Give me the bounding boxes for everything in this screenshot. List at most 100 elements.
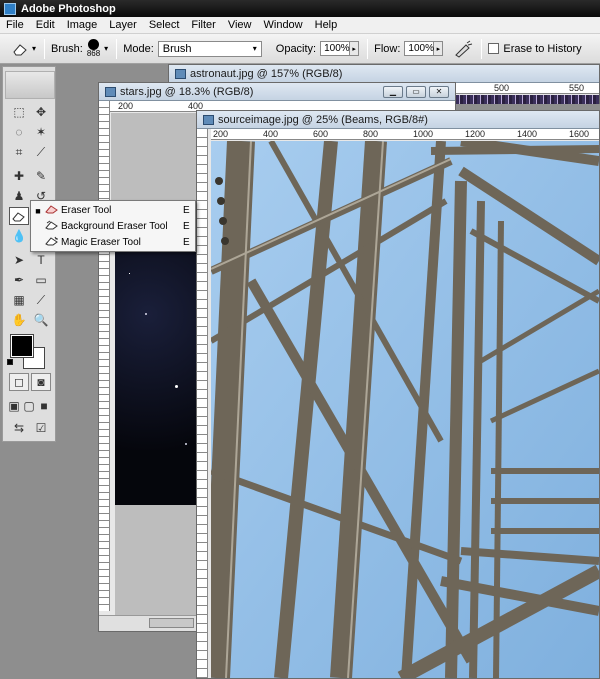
menu-layer[interactable]: Layer	[103, 19, 143, 31]
ruler-label: 1200	[465, 129, 486, 139]
opacity-label: Opacity:	[275, 42, 317, 55]
eraser-icon	[45, 204, 61, 217]
flyout-item-label: Background Eraser Tool	[61, 221, 168, 232]
marquee-tool-icon[interactable]: ⬚	[9, 103, 29, 121]
vertical-ruler	[197, 129, 208, 678]
standard-screen-mode-icon[interactable]: ▣	[7, 397, 21, 415]
ruler-label: 1000	[413, 129, 434, 139]
brush-size: 868	[86, 49, 101, 58]
photoshop-icon	[4, 2, 16, 15]
airbrush-toggle[interactable]	[453, 40, 473, 58]
mode-value: Brush	[162, 42, 192, 55]
opacity-input[interactable]: 100%	[320, 41, 351, 56]
close-button[interactable]: ✕	[429, 85, 449, 98]
photoshop-feather-logo[interactable]	[5, 71, 55, 99]
eraser-tool-icon[interactable]	[9, 207, 29, 225]
mode-select[interactable]: Brush ▾	[157, 40, 262, 57]
blur-tool-icon[interactable]: 💧	[9, 227, 29, 245]
brush-tool-icon[interactable]: ✎	[31, 167, 51, 185]
star	[175, 385, 178, 388]
app-title: Adobe Photoshop	[21, 2, 116, 15]
document-icon	[203, 114, 214, 125]
default-colors-icon[interactable]	[7, 359, 13, 365]
background-eraser-icon	[45, 220, 61, 233]
chevron-down-icon: ▾	[104, 44, 109, 53]
tools-panel: ⬚ ✥ ◌ ✶ ⌗ ⟋ ✚ ✎ ♟ ↺ ▤ 💧 ● ➤ T ✒ ▭ ▦ ⟋ ✋ …	[2, 66, 56, 442]
move-tool-icon[interactable]: ✥	[31, 103, 51, 121]
minimize-button[interactable]: ▁	[383, 85, 403, 98]
ruler-label: 200	[118, 101, 134, 111]
flow-slider-toggle[interactable]: ▸	[434, 41, 444, 56]
erase-history-label: Erase to History	[503, 42, 582, 55]
menu-image[interactable]: Image	[61, 19, 104, 31]
window-titlebar[interactable]: astronaut.jpg @ 157% (RGB/8)	[169, 65, 599, 83]
ruler-label: 600	[313, 129, 329, 139]
path-selection-tool-icon[interactable]: ➤	[9, 251, 29, 269]
flyout-item-eraser[interactable]: ■ Eraser Tool E	[31, 203, 195, 218]
crop-tool-icon[interactable]: ⌗	[9, 143, 29, 161]
ruler-label: 500	[494, 83, 510, 93]
shortcut-key: E	[183, 237, 190, 248]
brush-picker[interactable]: Brush: 868 ▾	[51, 39, 108, 58]
menu-select[interactable]: Select	[143, 19, 186, 31]
quick-mask-mode-icon[interactable]: ◙	[31, 373, 51, 391]
full-screen-mode-icon[interactable]: ■	[37, 397, 51, 415]
ruler-label: 550	[569, 83, 585, 93]
erase-history-checkbox[interactable]	[488, 43, 500, 54]
ruler-label: 400	[263, 129, 279, 139]
maximize-button[interactable]: ▭	[406, 85, 426, 98]
window-title: astronaut.jpg @ 157% (RGB/8)	[190, 67, 343, 80]
flyout-item-background-eraser[interactable]: Background Eraser Tool E	[31, 219, 195, 234]
opacity-control: Opacity: 100% ▸	[275, 41, 360, 56]
divider	[367, 38, 369, 59]
flyout-item-label: Eraser Tool	[61, 205, 112, 216]
full-screen-menu-mode-icon[interactable]: ▢	[22, 397, 36, 415]
opacity-slider-toggle[interactable]: ▸	[350, 41, 360, 56]
hand-tool-icon[interactable]: ✋	[9, 311, 29, 329]
erase-history-option[interactable]: Erase to History	[488, 42, 582, 55]
menu-help[interactable]: Help	[309, 19, 344, 31]
stars-image	[115, 233, 199, 505]
eraser-tools-flyout: ■ Eraser Tool E Background Eraser Tool E…	[30, 200, 196, 252]
slice-tool-icon[interactable]: ⟋	[31, 143, 51, 161]
menu-file[interactable]: File	[0, 19, 30, 31]
scrollbar-thumb[interactable]	[149, 618, 194, 628]
lasso-tool-icon[interactable]: ◌	[9, 123, 29, 141]
foreground-color-swatch[interactable]	[10, 334, 34, 358]
divider	[44, 38, 46, 59]
tool-preset-picker[interactable]: ▾	[10, 41, 36, 57]
flow-input[interactable]: 100%	[404, 41, 435, 56]
menu-edit[interactable]: Edit	[30, 19, 61, 31]
ruler-label: 1600	[569, 129, 590, 139]
standard-mode-icon[interactable]: ◻	[9, 373, 29, 391]
mode-label: Mode:	[123, 42, 154, 55]
type-tool-icon[interactable]: T	[31, 251, 51, 269]
jump-to-imageready-icon[interactable]: ⇆	[9, 419, 29, 437]
menu-window[interactable]: Window	[258, 19, 309, 31]
magic-wand-tool-icon[interactable]: ✶	[31, 123, 51, 141]
menu-filter[interactable]: Filter	[185, 19, 221, 31]
window-title: sourceimage.jpg @ 25% (Beams, RGB/8#)	[218, 113, 428, 126]
shape-tool-icon[interactable]: ▭	[31, 271, 51, 289]
app-titlebar: Adobe Photoshop	[0, 0, 600, 17]
window-title: stars.jpg @ 18.3% (RGB/8)	[120, 85, 254, 98]
flyout-item-magic-eraser[interactable]: Magic Eraser Tool E	[31, 235, 195, 250]
zoom-tool-icon[interactable]: 🔍	[31, 311, 51, 329]
document-window-sourceimage[interactable]: sourceimage.jpg @ 25% (Beams, RGB/8#) 20…	[196, 110, 600, 679]
healing-brush-tool-icon[interactable]: ✚	[9, 167, 29, 185]
menu-view[interactable]: View	[222, 19, 258, 31]
document-icon	[175, 68, 186, 79]
star	[185, 443, 187, 445]
notes-tool-icon[interactable]: ▦	[9, 291, 29, 309]
ruler-label: 1400	[517, 129, 538, 139]
selected-bullet-icon: ■	[35, 205, 41, 216]
astronaut-image-strip	[449, 95, 599, 104]
window-titlebar[interactable]: stars.jpg @ 18.3% (RGB/8) ▁ ▭ ✕	[99, 83, 455, 101]
clone-stamp-tool-icon[interactable]: ♟	[9, 187, 29, 205]
shortcut-key: E	[183, 221, 190, 232]
eyedropper-tool-icon[interactable]: ⟋	[31, 291, 51, 309]
window-titlebar[interactable]: sourceimage.jpg @ 25% (Beams, RGB/8#)	[197, 111, 599, 129]
beams-image	[211, 141, 599, 678]
edit-in-imageready-icon[interactable]: ☑	[31, 419, 51, 437]
pen-tool-icon[interactable]: ✒	[9, 271, 29, 289]
